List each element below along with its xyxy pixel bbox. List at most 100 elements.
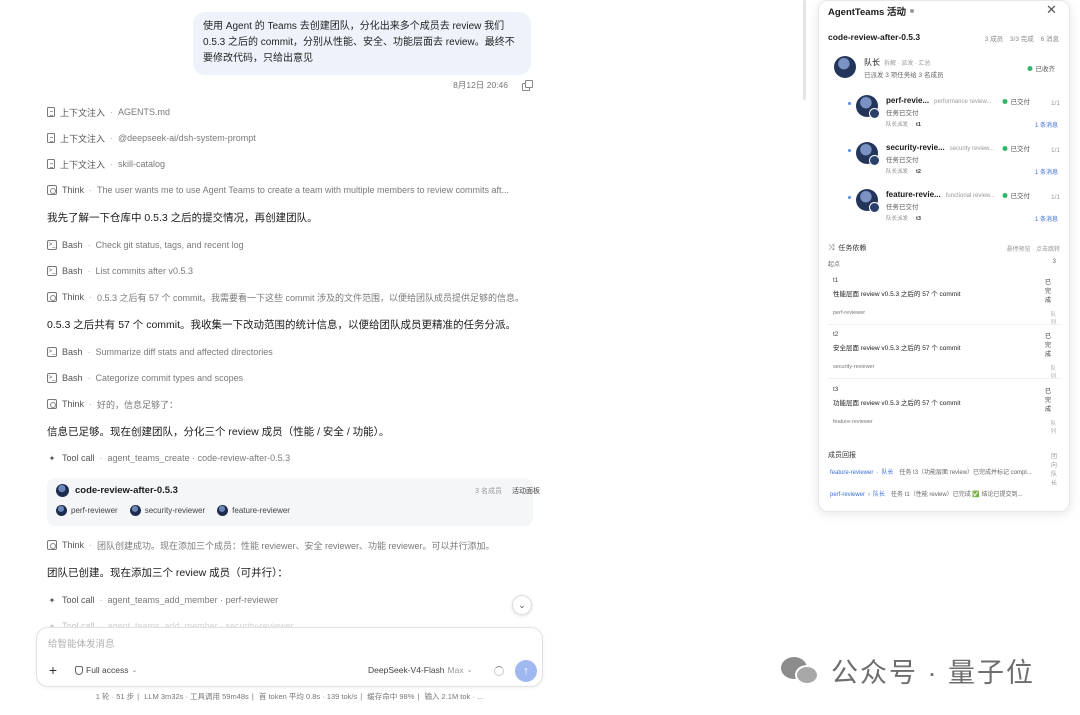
step-bash[interactable]: >_ Bash · Check git status, tags, and recen… xyxy=(47,238,244,252)
assistant-paragraph: 团队已创建。现在添加三个 review 成员（可并行）： xyxy=(47,567,288,579)
task-card[interactable]: t1 已完成 性能层面 review v0.5.3 之后的 57 个 commit p… xyxy=(828,277,1061,329)
step-label: Think xyxy=(62,185,85,195)
member-ratio: 1/1 xyxy=(1050,194,1060,201)
separator: · xyxy=(110,133,114,143)
task-id: t1 xyxy=(833,277,839,284)
scroll-down-button[interactable]: ⌄ xyxy=(512,595,532,615)
report-item[interactable]: feature-reviewer · 队长 任务 t3（功能层面 review）已完成… xyxy=(830,467,1058,476)
member-row[interactable]: security-revie... security review... 任务已交付… xyxy=(848,142,1063,184)
panel-team-name: code-review-after-0.5.3 xyxy=(828,32,921,42)
member-messages-link[interactable]: 1 条消息 xyxy=(1035,120,1058,129)
separator: · xyxy=(99,453,103,463)
document-icon xyxy=(47,159,55,169)
member-task-id: t2 xyxy=(916,169,921,175)
status-item: 1 轮 · 51 步 xyxy=(95,692,135,701)
step-think[interactable]: Think · 好的，信息足够了： xyxy=(47,397,178,411)
member-name-text: feature-revie... xyxy=(886,190,941,199)
member-chip[interactable]: security-reviewer xyxy=(129,505,205,516)
access-mode-button[interactable]: Full access ⌄ xyxy=(75,665,137,675)
branch-icon: ⤨ xyxy=(828,243,835,252)
leader-name[interactable]: 队长 拆解 · 派发 · 汇总 xyxy=(864,57,931,68)
member-task-id: t3 xyxy=(916,216,921,222)
report-recipient: 队长 xyxy=(881,470,894,476)
step-label: Bash xyxy=(62,347,83,357)
step-bash[interactable]: >_ Bash · List commits after v0.5.3 xyxy=(47,264,193,278)
sparkle-icon: ✦ xyxy=(48,595,56,605)
member-chip[interactable]: perf-reviewer xyxy=(56,505,118,516)
task-deps-header: ⤨ 任务依赖 xyxy=(828,243,866,253)
agentteams-panel: AgentTeams 活动 ✕ code-review-after-0.5.3 … xyxy=(818,0,1070,512)
task-status: 已完成 xyxy=(1045,334,1052,358)
plus-icon: + xyxy=(48,662,58,678)
task-card[interactable]: t2 已完成 安全层面 review v0.5.3 之后的 57 个 commit s… xyxy=(828,331,1061,383)
watermark: 公众号 · 量子位 xyxy=(781,651,1035,690)
task-status: 已完成 xyxy=(1045,280,1052,304)
member-messages-link[interactable]: 1 条消息 xyxy=(1035,167,1058,176)
message-input[interactable] xyxy=(48,637,488,651)
close-icon[interactable]: ✕ xyxy=(1046,2,1057,18)
member-meta-text: 队长派发 xyxy=(886,216,909,222)
member-avatar xyxy=(56,505,67,516)
member-row[interactable]: feature-revie... functional review... 任务已交… xyxy=(848,189,1063,231)
member-chip-label: feature-reviewer xyxy=(232,506,290,515)
assistant-paragraph: 信息已足够。现在创建团队，分化三个 review 成员（性能 / 安全 / 功能… xyxy=(47,426,390,438)
watermark-text: 公众号 · 量子位 xyxy=(831,658,1035,688)
task-status: 已完成 xyxy=(1045,389,1052,413)
add-attachment-button[interactable]: + xyxy=(45,663,61,679)
separator: · xyxy=(99,595,103,605)
leader-status-text: 已收齐 xyxy=(1035,66,1056,73)
model-name: DeepSeek-V4-Flash xyxy=(368,665,445,675)
step-text: Summarize diff stats and affected direct… xyxy=(95,347,273,357)
team-avatar xyxy=(56,484,69,497)
step-think[interactable]: Think · The user wants me to use Agent Tea… xyxy=(47,183,509,197)
think-icon xyxy=(47,292,57,302)
activity-panel-link[interactable]: 活动面板 xyxy=(512,486,540,496)
team-member-count: 3 名成员 xyxy=(475,488,502,495)
task-card[interactable]: t3 已完成 功能层面 review v0.5.3 之后的 57 个 commit f… xyxy=(828,386,1061,438)
copy-icon[interactable] xyxy=(522,80,533,91)
document-icon xyxy=(47,107,55,117)
step-text: 0.5.3 之后有 57 个 commit。我需要看一下这些 commit 涉及… xyxy=(97,292,525,303)
chevron-down-icon: ⌄ xyxy=(131,667,138,674)
scrollbar[interactable] xyxy=(803,0,806,100)
team-card[interactable]: code-review-after-0.5.3 3 名成员 活动面板 perf-… xyxy=(47,478,540,526)
step-think[interactable]: Think · 团队创建成功。现在添加三个成员：性能 reviewer、安全 rev… xyxy=(47,538,495,552)
step-bash[interactable]: >_ Bash · Summarize diff stats and affected… xyxy=(47,345,273,359)
member-status-text: 已交付 xyxy=(1010,193,1031,200)
separator: · xyxy=(110,107,114,117)
message-meta: 8月12日 20:46 xyxy=(430,78,533,92)
send-button[interactable]: ↑ xyxy=(515,660,537,682)
step-label: Tool call xyxy=(62,453,95,463)
report-item[interactable]: perf-reviewer › 队长 任务 t1（性能 review）已完成 ✅ 结论… xyxy=(830,489,1058,498)
member-ratio: 1/1 xyxy=(1050,100,1060,107)
step-label: Think xyxy=(62,399,85,409)
member-name: perf-revie... performance review... xyxy=(886,96,992,105)
status-item: 缓存命中 98% xyxy=(367,692,415,701)
chevron-down-icon: ⌄ xyxy=(518,599,526,610)
member-meta-text: 队长派发 xyxy=(886,122,909,128)
shield-icon xyxy=(75,665,83,675)
step-label: Think xyxy=(62,540,85,550)
member-row[interactable]: perf-revie... performance review... 任务已交付队… xyxy=(848,95,1063,137)
green-dot-icon xyxy=(1002,192,1008,198)
step-context[interactable]: 上下文注入 · AGENTS.md xyxy=(47,105,170,119)
leader-desc: 已派发 3 项任务给 3 名成员 xyxy=(864,72,944,79)
reports-title: 成员回报 xyxy=(828,452,856,459)
step-context[interactable]: 上下文注入 · @deepseek-ai/dsh-system-prompt xyxy=(47,131,256,145)
step-think[interactable]: Think · 0.5.3 之后有 57 个 commit。我需要看一下这些 com… xyxy=(47,290,524,304)
member-meta: 队长派发 t3 xyxy=(886,214,921,222)
member-status: 已交付 xyxy=(1002,190,1031,200)
member-chip[interactable]: feature-reviewer xyxy=(217,505,290,516)
member-task-id: t1 xyxy=(916,122,921,128)
model-selector[interactable]: DeepSeek-V4-Flash Max ⌄ xyxy=(368,665,472,675)
document-icon xyxy=(47,133,55,143)
member-avatar xyxy=(129,505,141,516)
step-tool[interactable]: ✦ Tool call · agent_teams_create · code-rev… xyxy=(47,451,290,465)
member-messages-link[interactable]: 1 条消息 xyxy=(1035,214,1058,223)
step-bash[interactable]: >_ Bash · Categorize commit types and scope… xyxy=(47,371,243,385)
bullet-icon xyxy=(848,102,851,105)
step-context[interactable]: 上下文注入 · skill-catalog xyxy=(47,157,165,171)
step-label: Tool call xyxy=(62,595,95,605)
step-text: 团队创建成功。现在添加三个成员：性能 reviewer、安全 reviewer、… xyxy=(97,540,495,551)
separator: · xyxy=(89,399,93,409)
